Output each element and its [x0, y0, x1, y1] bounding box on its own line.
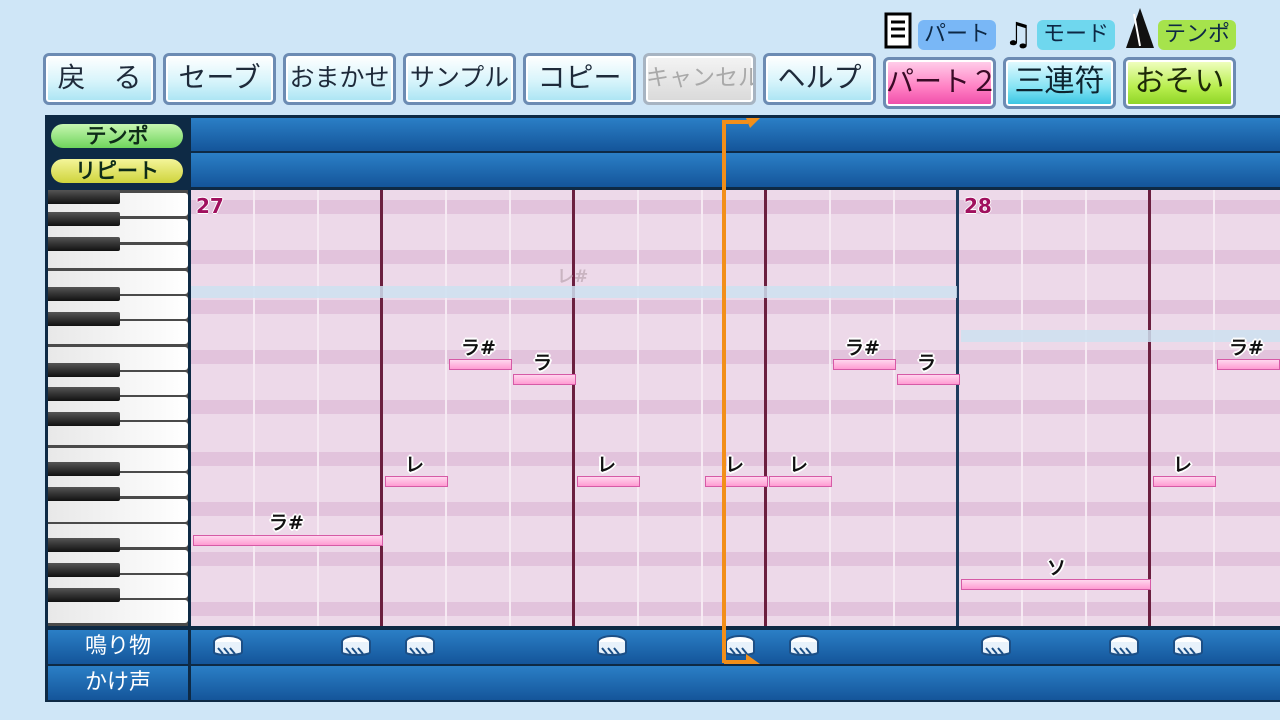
note[interactable]	[449, 359, 512, 370]
note[interactable]	[385, 476, 448, 487]
drum-icon[interactable]	[788, 634, 820, 660]
note[interactable]	[833, 359, 896, 370]
note[interactable]	[513, 374, 576, 385]
note-label: レ	[597, 454, 617, 476]
cancel-button[interactable]: キャンセル	[643, 53, 756, 105]
playhead-cursor[interactable]	[722, 120, 726, 663]
note-label: ラ#	[1229, 337, 1264, 359]
score-icon	[883, 12, 915, 59]
note[interactable]	[1153, 476, 1216, 487]
call-row-label: かけ声	[48, 666, 188, 700]
save-button[interactable]: セーブ	[163, 53, 276, 105]
sequencer-editor: テンポ リピート 27 28 レ# ラ# レ ラ# ラ レ レ レ ラ# ラ ソ…	[45, 115, 1280, 702]
tempo-tag-label: テンポ	[1158, 20, 1236, 50]
metronome-icon	[1124, 6, 1156, 59]
music-note-icon: ♫	[1004, 15, 1033, 53]
note-label: レ	[405, 454, 425, 476]
part-select-button[interactable]: パート２	[883, 57, 996, 109]
call-lane[interactable]	[191, 666, 1280, 700]
sample-button[interactable]: サンプル	[403, 53, 516, 105]
note-label: ラ	[533, 352, 553, 374]
instrument-row-label: 鳴り物	[48, 630, 188, 664]
repeat-row-label: リピート	[51, 159, 183, 183]
piano-keyboard[interactable]	[48, 190, 188, 626]
drum-icon[interactable]	[1108, 634, 1140, 660]
tempo-select-button[interactable]: おそい	[1123, 57, 1236, 109]
mode-select-button[interactable]: 三連符	[1003, 57, 1116, 109]
note-label: レ	[725, 454, 745, 476]
playhead-bottom-flag-icon	[724, 654, 760, 664]
drum-icon[interactable]	[1172, 634, 1204, 660]
drum-icon[interactable]	[980, 634, 1012, 660]
note-label: ラ#	[269, 512, 304, 534]
note[interactable]	[1217, 359, 1280, 370]
note[interactable]	[577, 476, 640, 487]
note[interactable]	[705, 476, 768, 487]
measure-number: 27	[196, 194, 224, 218]
mode-tag-label: モード	[1037, 20, 1115, 50]
note-label: ソ	[1047, 557, 1067, 579]
note[interactable]	[769, 476, 832, 487]
note-label: ラ#	[461, 337, 496, 359]
drum-icon[interactable]	[596, 634, 628, 660]
ghost-note	[191, 286, 957, 298]
copy-button[interactable]: コピー	[523, 53, 636, 105]
note-label: レ	[789, 454, 809, 476]
note[interactable]	[193, 535, 383, 546]
note-grid[interactable]: 27 28 レ# ラ# レ ラ# ラ レ レ レ ラ# ラ ソ レ ラ#	[191, 190, 1280, 626]
repeat-lane[interactable]	[191, 153, 1280, 187]
note[interactable]	[961, 579, 1151, 590]
note-label: ラ	[917, 352, 937, 374]
part-tag-label: パート	[918, 20, 996, 50]
ghost-note-label: レ#	[557, 267, 589, 287]
measure-number: 28	[964, 194, 992, 218]
drum-icon[interactable]	[212, 634, 244, 660]
back-button[interactable]: 戻 る	[43, 53, 156, 105]
drum-icon[interactable]	[340, 634, 372, 660]
auto-compose-button[interactable]: おまかせ	[283, 53, 396, 105]
note-label: レ	[1173, 454, 1193, 476]
help-button[interactable]: ヘルプ	[763, 53, 876, 105]
note[interactable]	[897, 374, 960, 385]
note-label: ラ#	[845, 337, 880, 359]
tempo-row-label: テンポ	[51, 124, 183, 148]
drum-icon[interactable]	[404, 634, 436, 660]
playhead-top-flag-icon	[724, 118, 760, 128]
